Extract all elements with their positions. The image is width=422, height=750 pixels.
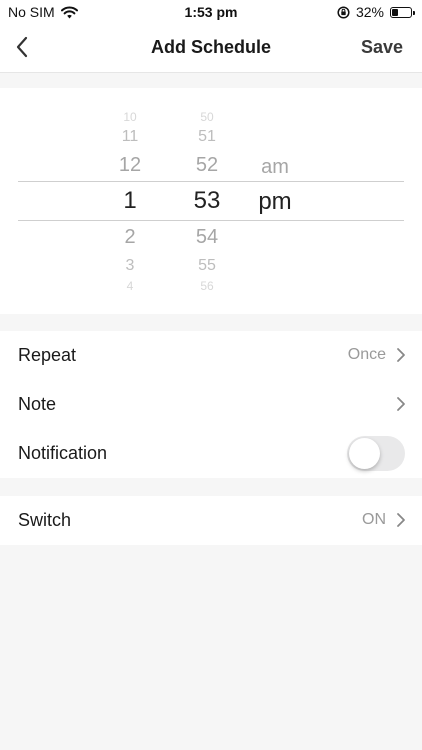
hour-option: 4 <box>126 279 134 293</box>
toggle-knob <box>349 438 380 469</box>
hour-option: 2 <box>124 226 136 248</box>
nav-bar: Add Schedule Save <box>0 24 422 73</box>
battery-percent: 32% <box>355 4 384 20</box>
battery-fill <box>392 8 399 16</box>
hour-wheel[interactable]: 10 11 12 1 2 3 4 <box>100 88 160 314</box>
hour-option: 10 <box>123 110 137 124</box>
switch-value: ON <box>362 511 386 528</box>
hour-option: 3 <box>125 257 135 274</box>
minute-option: 51 <box>198 128 216 145</box>
hour-option: 12 <box>118 154 142 176</box>
repeat-row[interactable]: Repeat Once <box>0 331 422 380</box>
settings-group: Repeat Once Note Notification <box>0 331 422 478</box>
hour-option: 11 <box>121 128 139 145</box>
repeat-label: Repeat <box>18 345 77 365</box>
chevron-right-icon <box>397 348 405 362</box>
notification-toggle[interactable] <box>347 436 405 471</box>
am-option: am <box>261 156 289 178</box>
save-button[interactable]: Save <box>361 37 403 58</box>
chevron-right-icon <box>397 513 405 527</box>
minute-option: 56 <box>200 279 214 293</box>
minute-option: 55 <box>198 257 216 274</box>
battery-icon <box>390 6 415 18</box>
notification-row: Notification <box>0 429 422 478</box>
switch-row[interactable]: Switch ON <box>0 496 422 545</box>
status-right: 32% <box>337 4 415 20</box>
note-label: Note <box>18 394 57 414</box>
minute-option: 50 <box>200 110 214 124</box>
repeat-value: Once <box>347 346 386 363</box>
note-row[interactable]: Note <box>0 380 422 429</box>
switch-group: Switch ON <box>0 496 422 545</box>
minute-option-selected: 53 <box>193 187 221 214</box>
notification-label: Notification <box>18 443 108 463</box>
minute-option: 54 <box>195 226 219 248</box>
time-picker[interactable]: 10 11 12 1 2 3 4 50 51 52 53 54 55 56 am… <box>0 88 422 314</box>
page-title: Add Schedule <box>150 37 271 57</box>
switch-label: Switch <box>18 510 72 530</box>
orientation-lock-icon <box>337 5 350 19</box>
minute-option: 52 <box>195 154 219 176</box>
pm-option-selected: pm <box>258 188 292 215</box>
chevron-right-icon <box>397 397 405 411</box>
hour-option-selected: 1 <box>123 187 137 214</box>
minute-wheel[interactable]: 50 51 52 53 54 55 56 <box>177 88 237 314</box>
status-bar: No SIM 1:53 pm 32% <box>0 0 422 24</box>
